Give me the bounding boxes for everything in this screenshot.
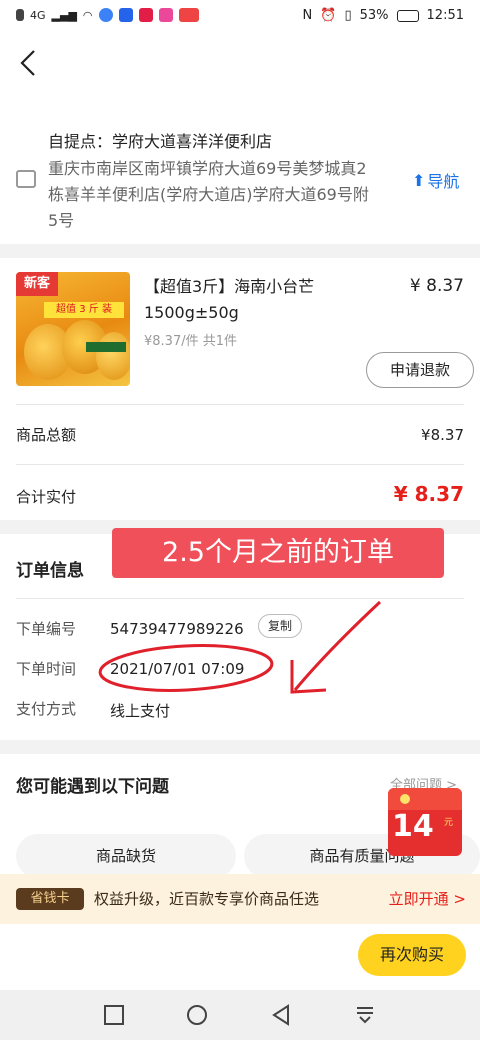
page: 4G ▂▄▆ ◠ N ⏰ ▯ 53% 12:51 自提点：学府大道喜洋洋便利店 … bbox=[0, 0, 480, 1040]
navigate-button[interactable]: ⬆ 导航 bbox=[412, 168, 459, 192]
pickup-address: 重庆市南岸区南坪镇学府大道69号美梦城真2栋喜羊羊便利店(学府大道店)学府大道6… bbox=[48, 159, 369, 230]
status-left: 4G ▂▄▆ ◠ bbox=[16, 8, 199, 22]
back-button[interactable] bbox=[18, 48, 44, 82]
pull-down-icon bbox=[357, 1007, 373, 1024]
product-image[interactable]: 超值 3 斤 装 新客 bbox=[16, 272, 130, 386]
system-nav-bar bbox=[0, 990, 480, 1040]
square-icon bbox=[104, 1005, 124, 1025]
wifi-icon: ◠ bbox=[82, 8, 93, 22]
divider bbox=[16, 464, 464, 465]
new-customer-tag: 新客 bbox=[16, 272, 58, 296]
recent-apps-button[interactable] bbox=[103, 1004, 125, 1026]
annotation-scribble bbox=[98, 600, 382, 694]
promo-action-link[interactable]: 立即开通 > bbox=[389, 888, 466, 909]
red-packet-float[interactable]: 14 元 bbox=[388, 788, 462, 856]
rebuy-button[interactable]: 再次购买 bbox=[358, 934, 466, 976]
clock: 12:51 bbox=[426, 8, 464, 23]
promo-bar[interactable]: 省钱卡 权益升级，近百款专享价商品任选 立即开通 > bbox=[0, 874, 480, 924]
divider bbox=[16, 404, 464, 405]
annotation-arrow-line bbox=[293, 600, 382, 691]
refund-button[interactable]: 申请退款 bbox=[366, 352, 474, 388]
app-icon-4 bbox=[158, 8, 173, 22]
highlight-circle bbox=[98, 644, 274, 692]
alarm-icon: ⏰ bbox=[320, 8, 337, 23]
red-packet-amount: 14 bbox=[392, 809, 434, 844]
payment-method-value: 线上支付 bbox=[110, 702, 171, 720]
problems-title: 您可能遇到以下问题 bbox=[16, 777, 169, 797]
chevron-left-icon bbox=[20, 50, 35, 76]
nav-header bbox=[0, 34, 480, 106]
app-icon-3 bbox=[138, 8, 153, 22]
signal-icon: ▂▄▆ bbox=[51, 8, 77, 22]
phone-icon bbox=[16, 9, 24, 21]
app-icon-2 bbox=[118, 8, 133, 22]
product-unit-info: ¥8.37/件 共1件 bbox=[144, 334, 237, 349]
navigate-label: 导航 bbox=[427, 172, 460, 191]
battery-icon bbox=[396, 9, 419, 22]
app-icon-1 bbox=[98, 8, 113, 22]
goods-total-value: ¥8.37 bbox=[421, 426, 464, 444]
mango-shape bbox=[96, 332, 130, 380]
product-price: ¥ 8.37 bbox=[409, 276, 464, 296]
arrow-up-icon: ⬆ bbox=[412, 170, 426, 190]
red-packet-unit: 元 bbox=[444, 818, 454, 828]
savings-card-badge: 省钱卡 bbox=[16, 888, 84, 910]
circle-icon bbox=[187, 1005, 207, 1025]
status-right: N ⏰ ▯ 53% 12:51 bbox=[303, 8, 464, 23]
problem-chip-out-of-stock[interactable]: 商品缺货 bbox=[16, 834, 236, 878]
promo-text: 权益升级，近百款专享价商品任选 bbox=[94, 890, 320, 908]
image-banner: 超值 3 斤 装 bbox=[44, 302, 124, 318]
image-stamp bbox=[86, 342, 126, 352]
pickup-title: 自提点：学府大道喜洋洋便利店 bbox=[48, 132, 273, 151]
battery-percent: 53% bbox=[359, 8, 389, 23]
status-bar: 4G ▂▄▆ ◠ N ⏰ ▯ 53% 12:51 bbox=[0, 0, 480, 34]
notification-pull-button[interactable] bbox=[354, 1004, 376, 1026]
annotation-label: 2.5个月之前的订单 bbox=[112, 528, 444, 578]
vibrate-icon: ▯ bbox=[344, 8, 352, 23]
product-name[interactable]: 【超值3斤】海南小台芒1500g±50g bbox=[144, 274, 374, 326]
home-button[interactable] bbox=[186, 1004, 208, 1026]
back-system-button[interactable] bbox=[270, 1004, 292, 1026]
triangle-left-icon bbox=[272, 1004, 289, 1026]
nfc-icon: N bbox=[302, 8, 313, 23]
paid-value: ¥ 8.37 bbox=[393, 482, 464, 506]
payment-method-label: 支付方式 bbox=[16, 700, 77, 718]
network-type: 4G bbox=[30, 8, 46, 22]
app-icon-5 bbox=[178, 8, 199, 22]
order-info-title: 订单信息 bbox=[16, 561, 84, 581]
coin-icon bbox=[400, 794, 410, 804]
store-icon bbox=[16, 170, 36, 188]
goods-total-label: 商品总额 bbox=[16, 426, 77, 444]
paid-label: 合计实付 bbox=[16, 488, 77, 506]
